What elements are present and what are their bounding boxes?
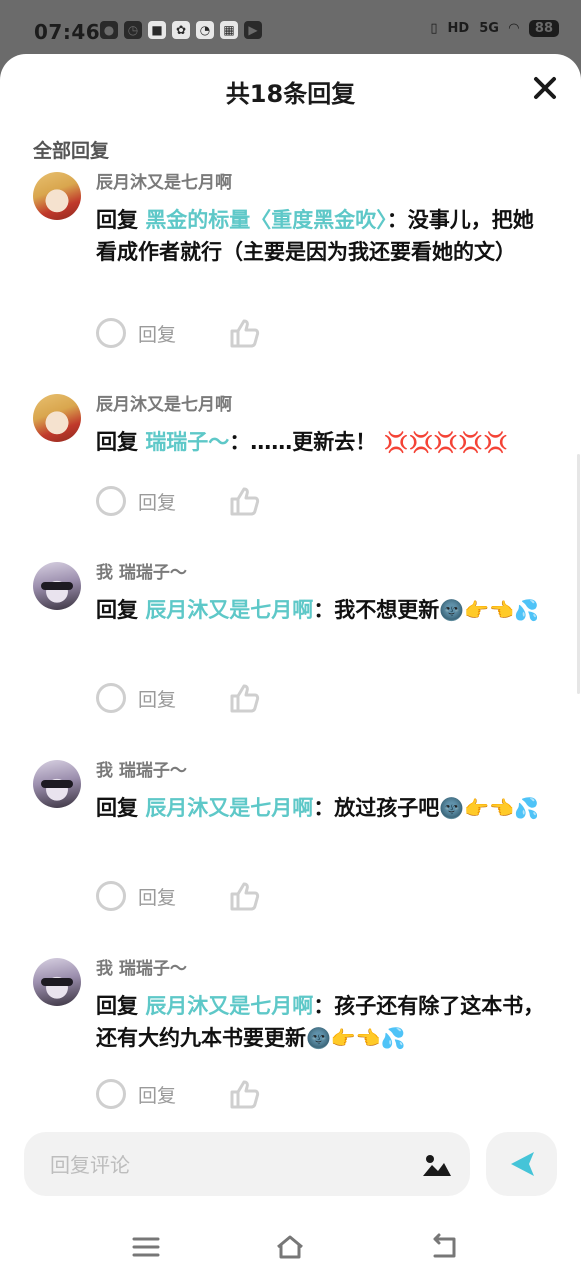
reply-input-box[interactable] — [24, 1132, 470, 1198]
wechat-icon: ● — [100, 21, 118, 39]
send-button[interactable] — [486, 1132, 557, 1196]
reply-actions: 回复 — [96, 316, 262, 350]
close-button[interactable] — [531, 74, 559, 102]
avatar[interactable] — [33, 562, 81, 610]
reply-item: 我 瑞瑞子～ 回复 辰月沐又是七月啊：放过孩子吧🌚👉👈💦 回复 — [0, 752, 581, 950]
reply-button-label: 回复 — [138, 491, 177, 514]
reply-input[interactable] — [48, 1132, 412, 1198]
reply-item: 我 瑞瑞子～ 回复 辰月沐又是七月啊：孩子还有除了这本书，还有大约九本书要更新🌚… — [0, 950, 581, 1119]
username[interactable]: 我 瑞瑞子～ — [96, 756, 187, 781]
media-icon: ▶ — [244, 21, 262, 39]
avatar[interactable] — [33, 394, 81, 442]
comment-bubble-icon — [96, 318, 126, 348]
reply-text: 回复 辰月沐又是七月啊：孩子还有除了这本书，还有大约九本书要更新🌚👉👈💦 — [96, 990, 551, 1054]
vibrate-icon: ▯ — [430, 21, 438, 36]
game-icon: ▦ — [220, 21, 238, 39]
emoji-text: 🌚👉👈💦 — [439, 598, 539, 622]
username[interactable]: 辰月沐又是七月啊 — [96, 390, 232, 415]
reply-prefix: 回复 — [96, 208, 138, 232]
reply-actions: 回复 — [96, 681, 262, 715]
notification-icons: ● ◷ ■ ✿ ◔ ▦ ▶ — [100, 21, 262, 39]
comment-bubble-icon — [96, 683, 126, 713]
reply-button[interactable]: 回复 — [96, 683, 176, 713]
close-icon — [534, 77, 556, 99]
reply-text: 回复 辰月沐又是七月啊：我不想更新🌚👉👈💦 — [96, 594, 551, 626]
wifi-icon: ◠ — [508, 21, 519, 36]
reply-button-label: 回复 — [138, 688, 177, 711]
thumbs-up-icon[interactable] — [228, 681, 262, 715]
emoji-text: 💢💢💢💢💢 — [383, 430, 509, 454]
reply-prefix: 回复 — [96, 796, 138, 820]
reply-item: 辰月沐又是七月啊 回复 黑金的标量〈重度黑金吹〉：没事儿，把她看成作者就行（主要… — [0, 164, 581, 384]
reply-actions: 回复 — [96, 1077, 262, 1111]
status-bar: 07:46 ● ◷ ■ ✿ ◔ ▦ ▶ ▯ HD 5G ◠ 88 — [0, 0, 581, 60]
thumbs-up-icon[interactable] — [228, 484, 262, 518]
reply-prefix: 回复 — [96, 430, 138, 454]
compass-icon: ◷ — [124, 21, 142, 39]
battery-indicator: 88 — [528, 20, 559, 37]
mention-link[interactable]: 辰月沐又是七月啊 — [145, 994, 313, 1018]
reply-prefix: 回复 — [96, 598, 138, 622]
reply-content: ：放过孩子吧 — [313, 796, 440, 820]
avatar[interactable] — [33, 172, 81, 220]
thumbs-up-icon[interactable] — [228, 1077, 262, 1111]
sheet-title: 共18条回复 — [225, 80, 356, 108]
reply-button[interactable]: 回复 — [96, 881, 176, 911]
signal-5g-icon: 5G — [479, 21, 499, 36]
thumbs-up-icon[interactable] — [228, 316, 262, 350]
all-replies-label: 全部回复 — [33, 140, 110, 162]
comment-bubble-icon — [96, 486, 126, 516]
send-icon — [511, 1152, 534, 1176]
reply-text: 回复 黑金的标量〈重度黑金吹〉：没事儿，把她看成作者就行（主要是因为我还要看她的… — [96, 204, 551, 268]
mention-link[interactable]: 辰月沐又是七月啊 — [145, 796, 313, 820]
back-icon[interactable] — [430, 1232, 460, 1262]
mention-link[interactable]: 瑞瑞子～ — [145, 430, 229, 454]
reply-button[interactable]: 回复 — [96, 1079, 176, 1109]
comment-bubble-icon — [96, 881, 126, 911]
reply-button[interactable]: 回复 — [96, 318, 176, 348]
reply-button-label: 回复 — [138, 886, 177, 909]
hd-icon: HD — [447, 21, 470, 36]
reply-item: 辰月沐又是七月啊 回复 瑞瑞子～：……更新去！ 💢💢💢💢💢 回复 — [0, 386, 581, 556]
reply-prefix: 回复 — [96, 994, 138, 1018]
reply-text: 回复 瑞瑞子～：……更新去！ 💢💢💢💢💢 — [96, 426, 551, 458]
app-icon: ■ — [148, 21, 166, 39]
image-picker-icon[interactable] — [422, 1152, 452, 1178]
reply-item: 我 瑞瑞子～ 回复 辰月沐又是七月啊：我不想更新🌚👉👈💦 回复 — [0, 554, 581, 752]
menu-icon[interactable] — [131, 1232, 161, 1262]
mention-link[interactable]: 辰月沐又是七月啊 — [145, 598, 313, 622]
username[interactable]: 我 瑞瑞子～ — [96, 954, 187, 979]
replies-list[interactable]: 辰月沐又是七月啊 回复 黑金的标量〈重度黑金吹〉：没事儿，把她看成作者就行（主要… — [0, 164, 581, 1119]
reply-button[interactable]: 回复 — [96, 486, 176, 516]
reply-button-label: 回复 — [138, 323, 177, 346]
qq-browser-icon: ◔ — [196, 21, 214, 39]
emoji-text: 🌚👉👈💦 — [439, 796, 539, 820]
system-nav-bar — [0, 1214, 581, 1280]
baidu-icon: ✿ — [172, 21, 190, 39]
replies-sheet: 共18条回复 全部回复 辰月沐又是七月啊 回复 黑金的标量〈重度黑金吹〉：没事儿… — [0, 54, 581, 1280]
username[interactable]: 辰月沐又是七月啊 — [96, 168, 232, 193]
reply-actions: 回复 — [96, 879, 262, 913]
reply-button-label: 回复 — [138, 1084, 177, 1107]
comment-bubble-icon — [96, 1079, 126, 1109]
reply-text: 回复 辰月沐又是七月啊：放过孩子吧🌚👉👈💦 — [96, 792, 551, 824]
avatar[interactable] — [33, 958, 81, 1006]
home-icon[interactable] — [275, 1232, 305, 1262]
reply-actions: 回复 — [96, 484, 262, 518]
username[interactable]: 我 瑞瑞子～ — [96, 558, 187, 583]
reply-content: ：……更新去！ — [229, 430, 377, 454]
reply-content: ：我不想更新 — [313, 598, 440, 622]
avatar[interactable] — [33, 760, 81, 808]
status-time: 07:46 — [34, 20, 101, 44]
system-icons: ▯ HD 5G ◠ 88 — [430, 20, 559, 37]
thumbs-up-icon[interactable] — [228, 879, 262, 913]
mention-link[interactable]: 黑金的标量〈重度黑金吹〉 — [145, 208, 387, 232]
emoji-text: 🌚👉👈💦 — [306, 1026, 406, 1050]
